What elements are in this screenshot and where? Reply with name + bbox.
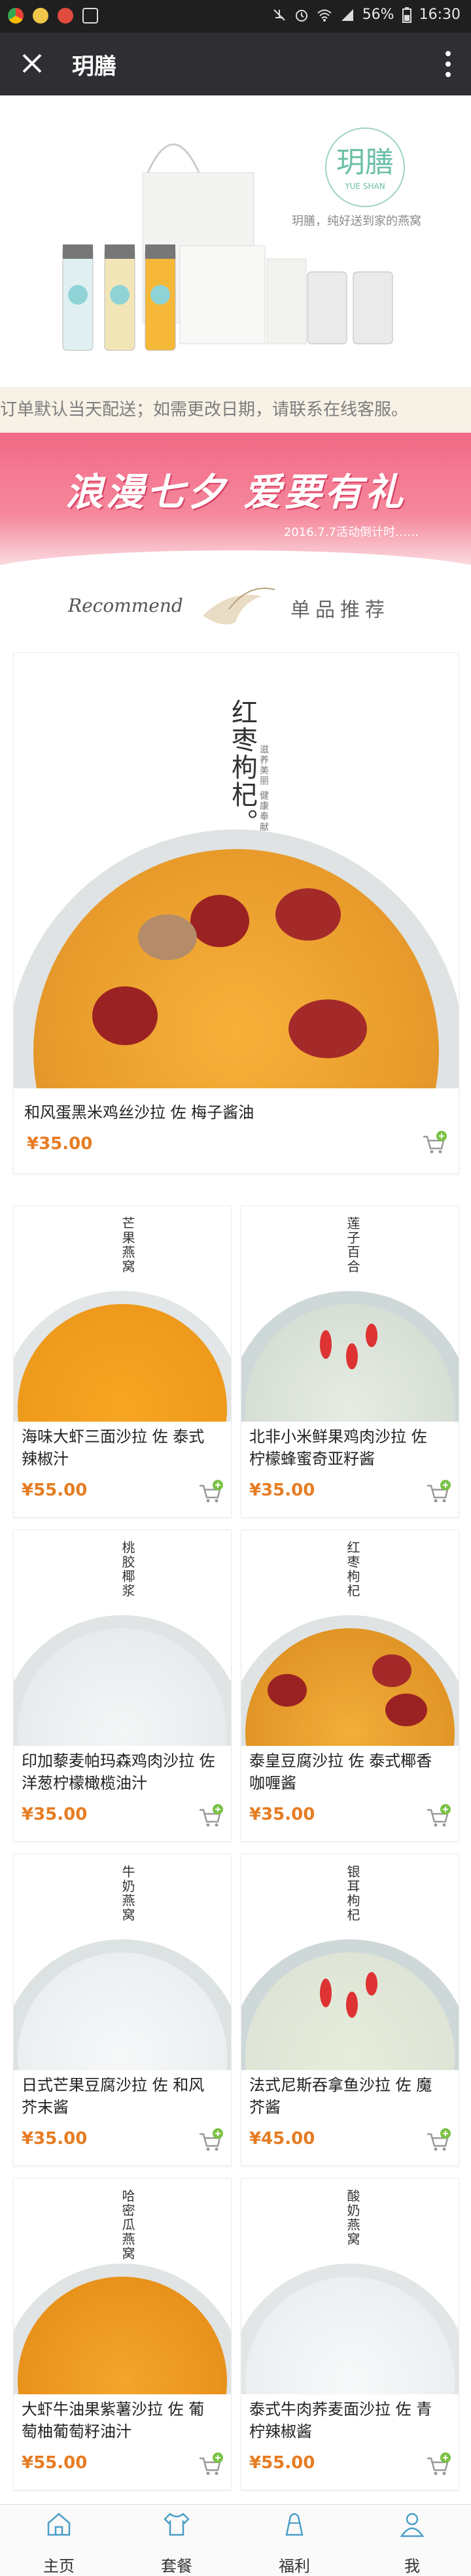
product-image: 银耳枸杞 [241,1854,459,2070]
product-image: 酸奶燕窝 [241,2179,459,2394]
add-to-cart-icon[interactable] [425,1479,451,1505]
section-title: 单品推荐 [290,599,390,622]
product-image: 红枣枸杞。 滋养美丽 健康奉献 [14,653,459,1088]
featured-product-card[interactable]: 红枣枸杞。 滋养美丽 健康奉献 和风蛋黑米鸡丝沙拉 佐 梅子酱油 ¥35.00 [13,652,459,1174]
add-to-cart-icon[interactable] [425,1803,451,1830]
product-vertical-sub: 滋养美丽 健康奉献 [258,744,269,833]
wifi-icon [317,9,332,22]
product-name: 泰皇豆腐沙拉 佐 泰式椰香咖喱酱 [249,1752,432,1792]
product-price: ¥35.00 [249,1805,315,1824]
product-image: 牛奶燕窝 [14,1854,231,2070]
alert-icon [58,8,73,24]
product-card[interactable]: 银耳枸杞 法式尼斯吞拿鱼沙拉 佐 魔芥酱 ¥45.00 [241,1854,459,2166]
tab-package[interactable]: 套餐 [118,2505,236,2575]
product-name: 泰式牛肉荞麦面沙拉 佐 青柠辣椒酱 [249,2400,432,2441]
product-name: 北非小米鲜果鸡肉沙拉 佐 柠檬蜂蜜奇亚籽酱 [249,1428,427,1468]
product-image: 红枣枸杞 [241,1530,459,1746]
alarm-icon [295,9,307,22]
product-name: 海味大虾三面沙拉 佐 泰式辣椒汁 [22,1428,205,1468]
bottom-tab-bar: 主页 套餐 福利 我 [0,2504,471,2575]
gift-bag-icon [285,2513,304,2536]
add-to-cart-icon[interactable] [425,2128,451,2154]
app-icon [33,8,48,24]
product-price: ¥35.00 [27,1134,93,1154]
add-to-cart-icon[interactable] [197,1803,223,1830]
person-icon [400,2513,425,2537]
product-price: ¥55.00 [249,2453,315,2473]
tab-label: 福利 [279,2557,310,2575]
tab-me[interactable]: 我 [353,2505,471,2575]
tab-benefits[interactable]: 福利 [236,2505,353,2575]
promo-subtitle: 2016.7.7活动倒计时…… [283,526,419,539]
product-vertical-title: 芒果燕窝 [120,1216,135,1274]
tab-label: 套餐 [161,2557,192,2575]
product-name: 和风蛋黑米鸡丝沙拉 佐 梅子酱油 [24,1103,254,1122]
product-vertical-title: 莲子百合 [345,1216,360,1274]
product-card[interactable]: 桃胶椰浆 印加藜麦帕玛森鸡肉沙拉 佐 洋葱柠檬橄榄油汁 ¥35.00 [13,1530,232,1842]
product-vertical-title: 桃胶椰浆 [120,1541,135,1598]
more-icon[interactable] [445,48,451,81]
product-price: ¥55.00 [22,1480,88,1500]
product-price: ¥35.00 [22,1805,88,1824]
product-name: 日式芒果豆腐沙拉 佐 和风芥末酱 [22,2076,205,2116]
product-card[interactable]: 哈密瓜燕窝 大虾牛油果紫薯沙拉 佐 葡萄柚葡萄籽油汁 ¥55.00 [13,2178,232,2490]
tab-label: 主页 [43,2557,75,2575]
silent-icon [273,8,285,21]
chrome-icon [8,8,24,24]
product-vertical-title: 哈密瓜燕窝 [120,2189,135,2261]
signal-icon [341,8,353,21]
clock: 16:30 [419,7,461,23]
delivery-notice: 订单默认当天配送；如需更改日期，请联系在线客服。 [0,387,471,433]
section-header: Recommend 单品推荐 [0,570,471,642]
product-price: ¥45.00 [249,2129,315,2149]
page-title: 玥膳 [72,54,116,80]
product-card[interactable]: 红枣枸杞 泰皇豆腐沙拉 佐 泰式椰香咖喱酱 ¥35.00 [241,1530,459,1842]
add-to-cart-icon[interactable] [425,2452,451,2478]
add-to-cart-icon[interactable] [197,2452,223,2478]
product-card[interactable]: 芒果燕窝 海味大虾三面沙拉 佐 泰式辣椒汁 ¥55.00 [13,1205,232,1518]
gallery-icon [82,8,98,24]
product-card[interactable]: 牛奶燕窝 日式芒果豆腐沙拉 佐 和风芥末酱 ¥35.00 [13,1854,232,2166]
brand-slogan: 玥膳，纯好送到家的燕窝 [292,214,421,228]
product-name: 大虾牛油果紫薯沙拉 佐 葡萄柚葡萄籽油汁 [22,2400,205,2441]
product-price: ¥35.00 [22,2129,88,2149]
product-vertical-title: 酸奶燕窝 [345,2189,360,2247]
bird-icon [203,588,275,625]
product-price: ¥35.00 [249,1480,315,1500]
battery-icon [402,7,411,23]
tab-label: 我 [404,2557,420,2575]
promo-title: 浪漫七夕 爱要有礼 [65,470,406,514]
title-bar: 玥膳 [0,33,471,95]
product-card[interactable]: 酸奶燕窝 泰式牛肉荞麦面沙拉 佐 青柠辣椒酱 ¥55.00 [241,2178,459,2490]
brand-logo: 玥膳 [336,146,394,179]
tab-home[interactable]: 主页 [0,2505,118,2575]
product-image: 芒果燕窝 [14,1206,231,1422]
product-card[interactable]: 莲子百合 北非小米鲜果鸡肉沙拉 佐 柠檬蜂蜜奇亚籽酱 ¥35.00 [241,1205,459,1518]
promo-banner[interactable]: 浪漫七夕 爱要有礼 2016.7.7活动倒计时…… [0,433,471,570]
section-title-en: Recommend [68,595,183,616]
add-to-cart-icon[interactable] [197,2128,223,2154]
notification-icons [8,8,98,24]
add-to-cart-icon[interactable] [421,1130,447,1156]
product-name: 印加藜麦帕玛森鸡肉沙拉 佐 洋葱柠檬橄榄油汁 [22,1752,215,1792]
shirt-icon [164,2513,190,2536]
close-icon[interactable] [16,47,48,80]
product-vertical-title: 银耳枸杞 [345,1865,360,1922]
product-image: 哈密瓜燕窝 [14,2179,231,2394]
product-image: 桃胶椰浆 [14,1530,231,1746]
add-to-cart-icon[interactable] [197,1479,223,1505]
product-image: 莲子百合 [241,1206,459,1422]
brand-banner[interactable]: 玥膳 YUE SHAN 玥膳，纯好送到家的燕窝 [0,95,471,387]
home-icon [47,2513,71,2536]
product-vertical-title: 红枣枸杞。 [227,699,257,836]
status-bar: 56% 16:30 [0,0,471,33]
battery-level: 56% [362,7,394,23]
product-vertical-title: 牛奶燕窝 [120,1865,135,1922]
product-vertical-title: 红枣枸杞 [345,1541,360,1598]
brand-logo-en: YUE SHAN [345,182,385,191]
product-name: 法式尼斯吞拿鱼沙拉 佐 魔芥酱 [249,2076,432,2116]
product-price: ¥55.00 [22,2453,88,2473]
